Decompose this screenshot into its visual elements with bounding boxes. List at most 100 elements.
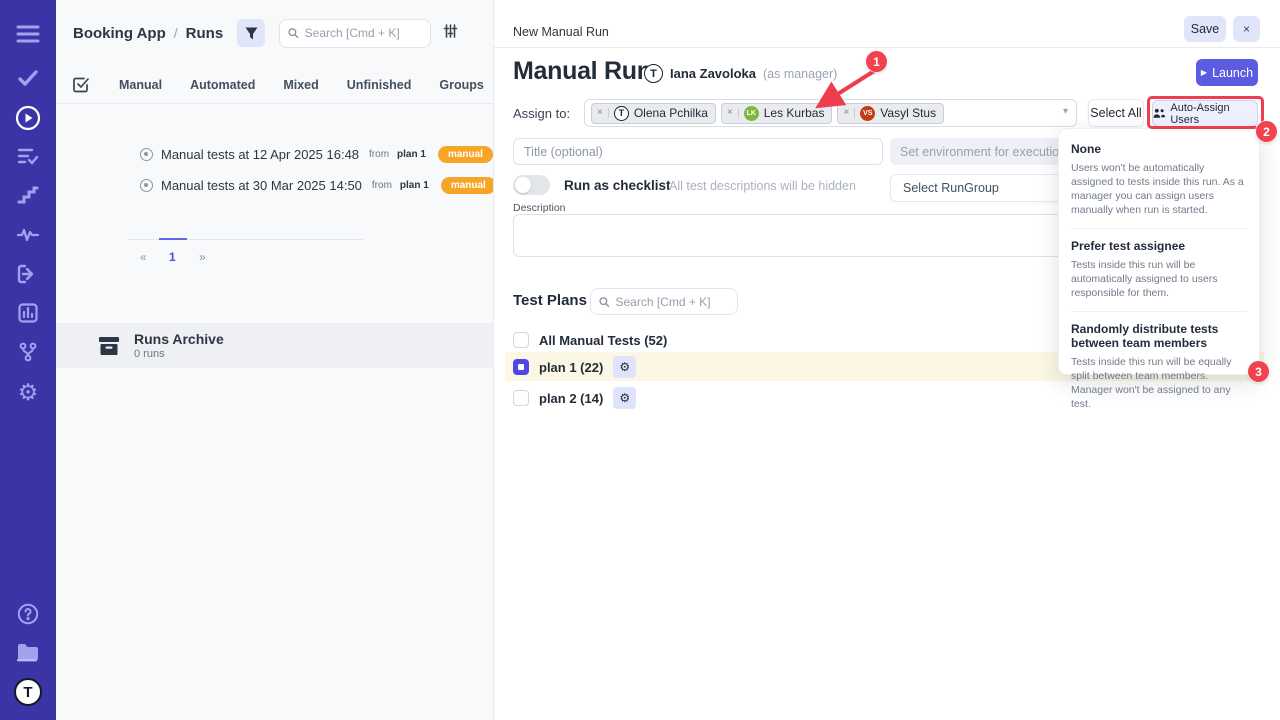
manual-badge: manual bbox=[438, 146, 493, 163]
play-icon: ▶ bbox=[1201, 68, 1207, 77]
breadcrumb-project[interactable]: Booking App bbox=[73, 25, 166, 42]
tab-automated[interactable]: Automated bbox=[176, 73, 269, 97]
runs-play-icon[interactable] bbox=[0, 100, 56, 136]
bulk-select-icon[interactable] bbox=[73, 76, 89, 94]
remove-assignee-icon[interactable]: × bbox=[597, 108, 609, 118]
run-status-icon bbox=[140, 179, 153, 192]
plans-list-check-icon[interactable] bbox=[0, 138, 56, 174]
annotation-highlight-rect bbox=[1147, 96, 1264, 129]
select-all-button[interactable]: Select All bbox=[1088, 99, 1144, 127]
save-button[interactable]: Save bbox=[1184, 16, 1226, 42]
assignee-chip: × T Olena Pchilka bbox=[591, 103, 716, 124]
run-list-item[interactable]: Manual tests at 12 Apr 2025 16:48 from p… bbox=[140, 146, 494, 163]
run-title[interactable]: Manual tests at 12 Apr 2025 16:48 bbox=[161, 147, 359, 162]
description-textarea[interactable] bbox=[513, 214, 1082, 257]
run-as-checklist-toggle[interactable] bbox=[513, 175, 550, 195]
checkbox-plan-2[interactable] bbox=[513, 390, 529, 406]
close-button[interactable]: × bbox=[1233, 16, 1260, 42]
run-type-tabs: Manual Automated Mixed Unfinished Groups… bbox=[73, 72, 494, 98]
app-logo[interactable]: T bbox=[0, 674, 56, 710]
test-plan-row-plan1: plan 1 (22) ⚙ bbox=[505, 353, 636, 381]
annotation-badge-3: 3 bbox=[1248, 361, 1269, 382]
run-plan-name: plan 1 bbox=[397, 149, 426, 160]
reports-bar-chart-icon[interactable] bbox=[0, 295, 56, 331]
annotation-arrow bbox=[790, 50, 910, 120]
help-icon[interactable] bbox=[0, 596, 56, 632]
assign-to-label: Assign to: bbox=[513, 106, 570, 121]
search-icon bbox=[288, 27, 299, 39]
settings-gear-icon[interactable]: ⚙ bbox=[0, 374, 56, 410]
breadcrumb-page: Runs bbox=[186, 25, 224, 42]
checkbox-plan-1[interactable] bbox=[513, 359, 529, 375]
checklist-hint: All test descriptions will be hidden bbox=[669, 179, 856, 193]
checkbox-all-manual-tests[interactable] bbox=[513, 332, 529, 348]
archive-title: Runs Archive bbox=[134, 331, 224, 347]
assignee-avatar: T bbox=[614, 106, 629, 121]
annotation-badge-1: 1 bbox=[866, 51, 887, 72]
runs-archive[interactable]: Runs Archive 0 runs bbox=[56, 323, 494, 368]
runs-search[interactable] bbox=[279, 19, 431, 48]
test-plans-search[interactable] bbox=[590, 288, 738, 315]
header-divider bbox=[494, 47, 1280, 48]
panel-divider bbox=[56, 103, 494, 104]
dropdown-option-prefer-assignee[interactable]: Prefer test assignee Tests inside this r… bbox=[1071, 228, 1247, 311]
runs-panel: Booking App / Runs × Manual Automated Mi… bbox=[56, 0, 494, 720]
pulse-activity-icon[interactable] bbox=[0, 217, 56, 253]
run-plan-name: plan 1 bbox=[400, 180, 429, 191]
run-title-input[interactable] bbox=[513, 138, 883, 165]
tab-manual[interactable]: Manual bbox=[105, 73, 176, 97]
tab-mixed[interactable]: Mixed bbox=[269, 73, 332, 97]
pagination-next[interactable]: » bbox=[199, 250, 206, 264]
page-title: New Manual Run bbox=[513, 25, 609, 39]
tab-unfinished[interactable]: Unfinished bbox=[333, 73, 426, 97]
test-plans-search-input[interactable] bbox=[615, 295, 729, 309]
app-screen: ⚙ T Booking App / Runs × bbox=[0, 0, 1280, 720]
menu-hamburger-icon[interactable] bbox=[0, 16, 56, 52]
close-icon: × bbox=[1243, 22, 1250, 36]
gear-icon: ⚙ bbox=[619, 360, 630, 374]
branches-git-icon[interactable] bbox=[0, 334, 56, 370]
run-heading: Manual Run bbox=[513, 57, 652, 86]
tab-groups[interactable]: Groups bbox=[425, 73, 494, 97]
milestones-stairs-icon[interactable] bbox=[0, 177, 56, 213]
archive-box-icon bbox=[98, 336, 120, 356]
filter-button[interactable] bbox=[237, 19, 265, 47]
manual-badge: manual bbox=[441, 177, 494, 194]
run-from-label: from bbox=[372, 180, 392, 191]
test-plan-row-plan2: plan 2 (14) ⚙ bbox=[505, 384, 636, 412]
auto-assign-dropdown: None Users won't be automatically assign… bbox=[1058, 128, 1260, 375]
dropdown-option-none[interactable]: None Users won't be automatically assign… bbox=[1071, 142, 1247, 228]
archive-count: 0 runs bbox=[134, 348, 224, 360]
tests-check-icon[interactable] bbox=[0, 60, 56, 96]
projects-folder-icon[interactable] bbox=[0, 635, 56, 671]
remove-assignee-icon[interactable]: × bbox=[727, 108, 739, 118]
plan-1-settings-button[interactable]: ⚙ bbox=[613, 356, 636, 378]
dropdown-option-random-distribute[interactable]: Randomly distribute tests between team m… bbox=[1071, 311, 1247, 422]
checklist-label: Run as checklist bbox=[564, 178, 671, 193]
chevron-down-icon[interactable]: ▾ bbox=[1063, 106, 1068, 117]
import-sign-in-icon[interactable] bbox=[0, 256, 56, 292]
run-title[interactable]: Manual tests at 30 Mar 2025 14:50 bbox=[161, 178, 362, 193]
run-list-item[interactable]: Manual tests at 30 Mar 2025 14:50 from p… bbox=[140, 177, 494, 194]
pagination-prev[interactable]: « bbox=[140, 250, 147, 264]
run-status-icon bbox=[140, 148, 153, 161]
launch-button[interactable]: ▶ Launch bbox=[1196, 59, 1258, 86]
manager-name: Iana Zavoloka bbox=[670, 66, 756, 81]
test-plans-title: Test Plans bbox=[513, 292, 587, 309]
breadcrumb: Booking App / Runs bbox=[73, 18, 458, 48]
breadcrumb-separator: / bbox=[174, 25, 178, 41]
plan-2-settings-button[interactable]: ⚙ bbox=[613, 387, 636, 409]
manager-avatar: T bbox=[644, 64, 663, 83]
gear-icon: ⚙ bbox=[619, 391, 630, 405]
view-settings-sliders-icon[interactable] bbox=[443, 24, 458, 43]
test-plan-row-all: All Manual Tests (52) bbox=[505, 326, 667, 354]
description-label: Description bbox=[513, 202, 566, 214]
annotation-badge-2: 2 bbox=[1256, 121, 1277, 142]
run-from-label: from bbox=[369, 149, 389, 160]
assignee-avatar: LK bbox=[744, 106, 759, 121]
funnel-icon bbox=[245, 27, 258, 40]
search-icon bbox=[599, 296, 609, 308]
runs-search-input[interactable] bbox=[305, 26, 422, 40]
pagination-active-indicator bbox=[159, 238, 187, 240]
pagination-page-1[interactable]: 1 bbox=[169, 250, 176, 264]
